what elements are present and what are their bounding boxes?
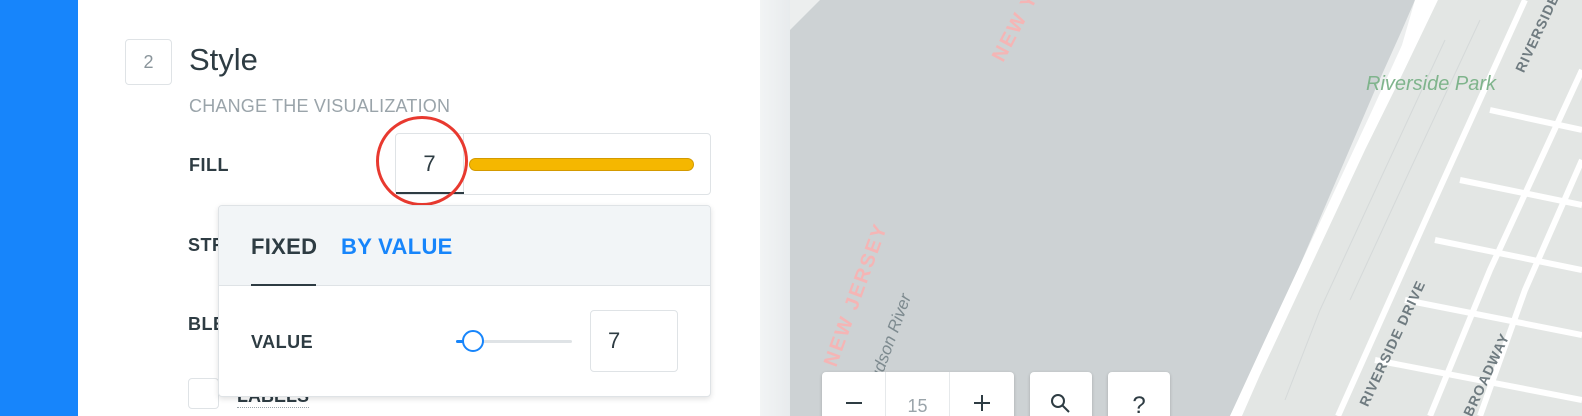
help-control: ? (1108, 372, 1170, 416)
popover-tabs: FIXED BY VALUE (219, 206, 710, 286)
panel-divider (760, 0, 790, 416)
value-input[interactable]: 7 (590, 310, 678, 372)
minus-icon (845, 402, 862, 404)
step-number: 2 (125, 39, 172, 85)
help-button[interactable]: ? (1108, 372, 1170, 416)
fill-label: FILL (189, 155, 229, 175)
slider-thumb[interactable] (462, 330, 484, 352)
fill-color-bar[interactable] (469, 158, 694, 171)
left-rail (0, 0, 78, 416)
label-riverside-park: Riverside Park (1366, 73, 1497, 95)
value-slider[interactable] (456, 330, 572, 352)
map-controls: 15 ? (822, 372, 1186, 416)
highlight-circle (376, 116, 468, 206)
value-label: VALUE (251, 332, 314, 352)
labels-checkbox[interactable] (188, 378, 219, 409)
zoom-out-button[interactable] (822, 372, 886, 416)
tab-by-value[interactable]: BY VALUE (341, 234, 453, 260)
zoom-level: 15 (886, 372, 950, 416)
section-subtitle: CHANGE THE VISUALIZATION (189, 96, 451, 116)
map[interactable]: NEW YORK NEW JERSEY Hudson River Riversi… (790, 0, 1582, 416)
plus-icon (974, 395, 990, 411)
tab-fixed[interactable]: FIXED (251, 234, 317, 260)
fill-popover: FIXED BY VALUE VALUE 7 (218, 205, 711, 397)
zoom-control: 15 (822, 372, 1014, 416)
section-title: Style (189, 42, 258, 77)
zoom-in-button[interactable] (950, 372, 1014, 416)
map-canvas (790, 0, 1582, 416)
search-control (1030, 372, 1092, 416)
search-button[interactable] (1030, 372, 1092, 416)
search-icon (1051, 394, 1070, 413)
active-tab-underline (251, 284, 316, 286)
